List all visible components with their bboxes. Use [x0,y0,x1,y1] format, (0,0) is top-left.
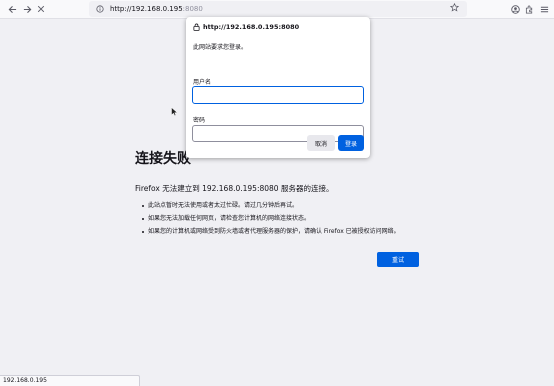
username-field[interactable] [192,86,364,104]
username-label: 用户名 [193,79,212,86]
extensions-button[interactable] [522,2,536,16]
cancel-button[interactable]: 取消 [307,135,335,151]
insecure-lock-icon[interactable] [96,5,104,13]
error-suggestions: 此站点暂时无法使用或者太过忙碌。请过几分钟后再试。 如果您无法加载任何网页，请检… [140,201,440,240]
password-label: 密码 [193,117,206,124]
url-port: :8080 [182,5,203,13]
mouse-cursor-icon [171,107,178,116]
dialog-prompt: 此网站要求您登录。 [193,44,248,51]
forward-button[interactable] [20,2,34,16]
account-icon [510,4,520,14]
dialog-origin: http://192.168.0.195:8080 [193,23,299,31]
url-bar[interactable]: http://192.168.0.195:8080 [89,1,467,17]
close-icon [37,5,45,13]
hamburger-menu-icon [540,6,548,12]
error-title: 连接失败 [135,151,191,167]
star-icon[interactable] [450,3,459,12]
arrow-left-icon [8,5,16,13]
retry-button[interactable]: 重试 [377,252,419,267]
extensions-icon [525,4,532,14]
account-button[interactable] [508,2,522,16]
lock-icon [193,23,200,31]
status-bar: 192.168.0.195 [0,375,140,386]
list-item: 如果您无法加载任何网页，请检查您计算机的网络连接状态。 [140,214,440,227]
stop-button[interactable] [34,2,48,16]
dialog-origin-text: http://192.168.0.195:8080 [203,23,300,31]
list-item: 此站点暂时无法使用或者太过忙碌。请过几分钟后再试。 [140,201,440,214]
list-item: 如果您的计算机或网络受到防火墙或者代理服务器的保护，请确认 Firefox 已被… [140,227,440,240]
auth-dialog: http://192.168.0.195:8080 此网站要求您登录。 用户名 … [186,17,370,158]
arrow-right-icon [23,5,31,13]
login-button[interactable]: 登录 [338,135,364,151]
url-host: http://192.168.0.195 [110,5,183,13]
error-message: Firefox 无法建立到 192.168.0.195:8080 服务器的连接。 [135,184,334,193]
menu-button[interactable] [537,2,551,16]
back-button[interactable] [5,2,19,16]
